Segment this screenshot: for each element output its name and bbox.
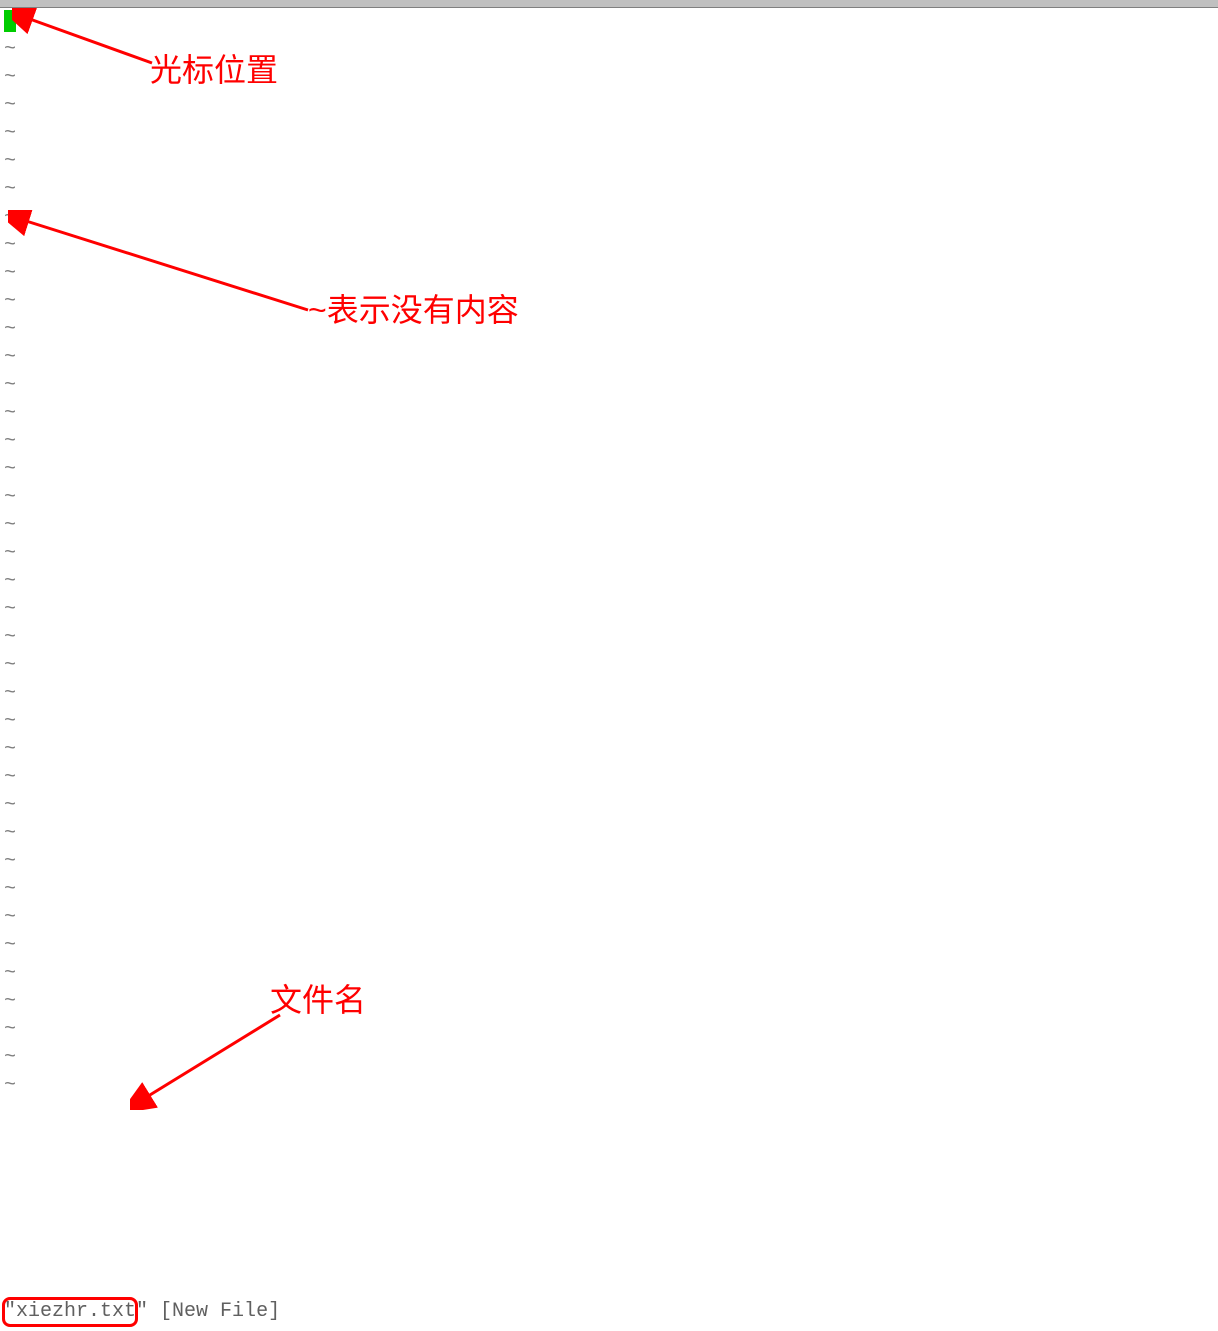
tilde-line: ~ xyxy=(4,932,1218,960)
tilde-line: ~ xyxy=(4,792,1218,820)
tilde-line: ~ xyxy=(4,848,1218,876)
tilde-line: ~ xyxy=(4,428,1218,456)
tilde-line: ~ xyxy=(4,820,1218,848)
tilde-line: ~ xyxy=(4,624,1218,652)
tilde-line: ~ xyxy=(4,568,1218,596)
text-cursor xyxy=(4,10,16,32)
tilde-line: ~ xyxy=(4,876,1218,904)
window-top-bar xyxy=(0,0,1218,8)
tilde-line: ~ xyxy=(4,344,1218,372)
tilde-line: ~ xyxy=(4,232,1218,260)
tilde-line: ~ xyxy=(4,456,1218,484)
tilde-lines-container: ~~~~~~~~~~~~~~~~~~~~~~~~~~~~~~~~~~~~~~~ xyxy=(4,8,1218,1100)
tilde-line: ~ xyxy=(4,8,1218,36)
tilde-line: ~ xyxy=(4,708,1218,736)
vim-editor-area[interactable]: ~~~~~~~~~~~~~~~~~~~~~~~~~~~~~~~~~~~~~~~ … xyxy=(0,8,1218,1331)
tilde-line: ~ xyxy=(4,204,1218,232)
filename-highlight-box xyxy=(2,1297,138,1327)
tilde-line: ~ xyxy=(4,288,1218,316)
tilde-line: ~ xyxy=(4,372,1218,400)
tilde-line: ~ xyxy=(4,400,1218,428)
tilde-line: ~ xyxy=(4,260,1218,288)
tilde-line: ~ xyxy=(4,512,1218,540)
tilde-line: ~ xyxy=(4,120,1218,148)
tilde-line: ~ xyxy=(4,1044,1218,1072)
tilde-line: ~ xyxy=(4,596,1218,624)
tilde-line: ~ xyxy=(4,92,1218,120)
annotation-filename-label: 文件名 xyxy=(270,975,366,1021)
tilde-line: ~ xyxy=(4,960,1218,988)
tilde-line: ~ xyxy=(4,540,1218,568)
status-newfile: [New File] xyxy=(160,1300,280,1323)
tilde-line: ~ xyxy=(4,1016,1218,1044)
tilde-line: ~ xyxy=(4,680,1218,708)
tilde-line: ~ xyxy=(4,176,1218,204)
annotation-tilde-label: ~表示没有内容 xyxy=(308,285,519,331)
tilde-line: ~ xyxy=(4,764,1218,792)
tilde-line: ~ xyxy=(4,484,1218,512)
tilde-line: ~ xyxy=(4,988,1218,1016)
tilde-line: ~ xyxy=(4,736,1218,764)
tilde-line: ~ xyxy=(4,148,1218,176)
tilde-line: ~ xyxy=(4,316,1218,344)
tilde-line: ~ xyxy=(4,1072,1218,1100)
tilde-line: ~ xyxy=(4,652,1218,680)
tilde-line: ~ xyxy=(4,904,1218,932)
annotation-cursor-label: 光标位置 xyxy=(150,45,278,91)
